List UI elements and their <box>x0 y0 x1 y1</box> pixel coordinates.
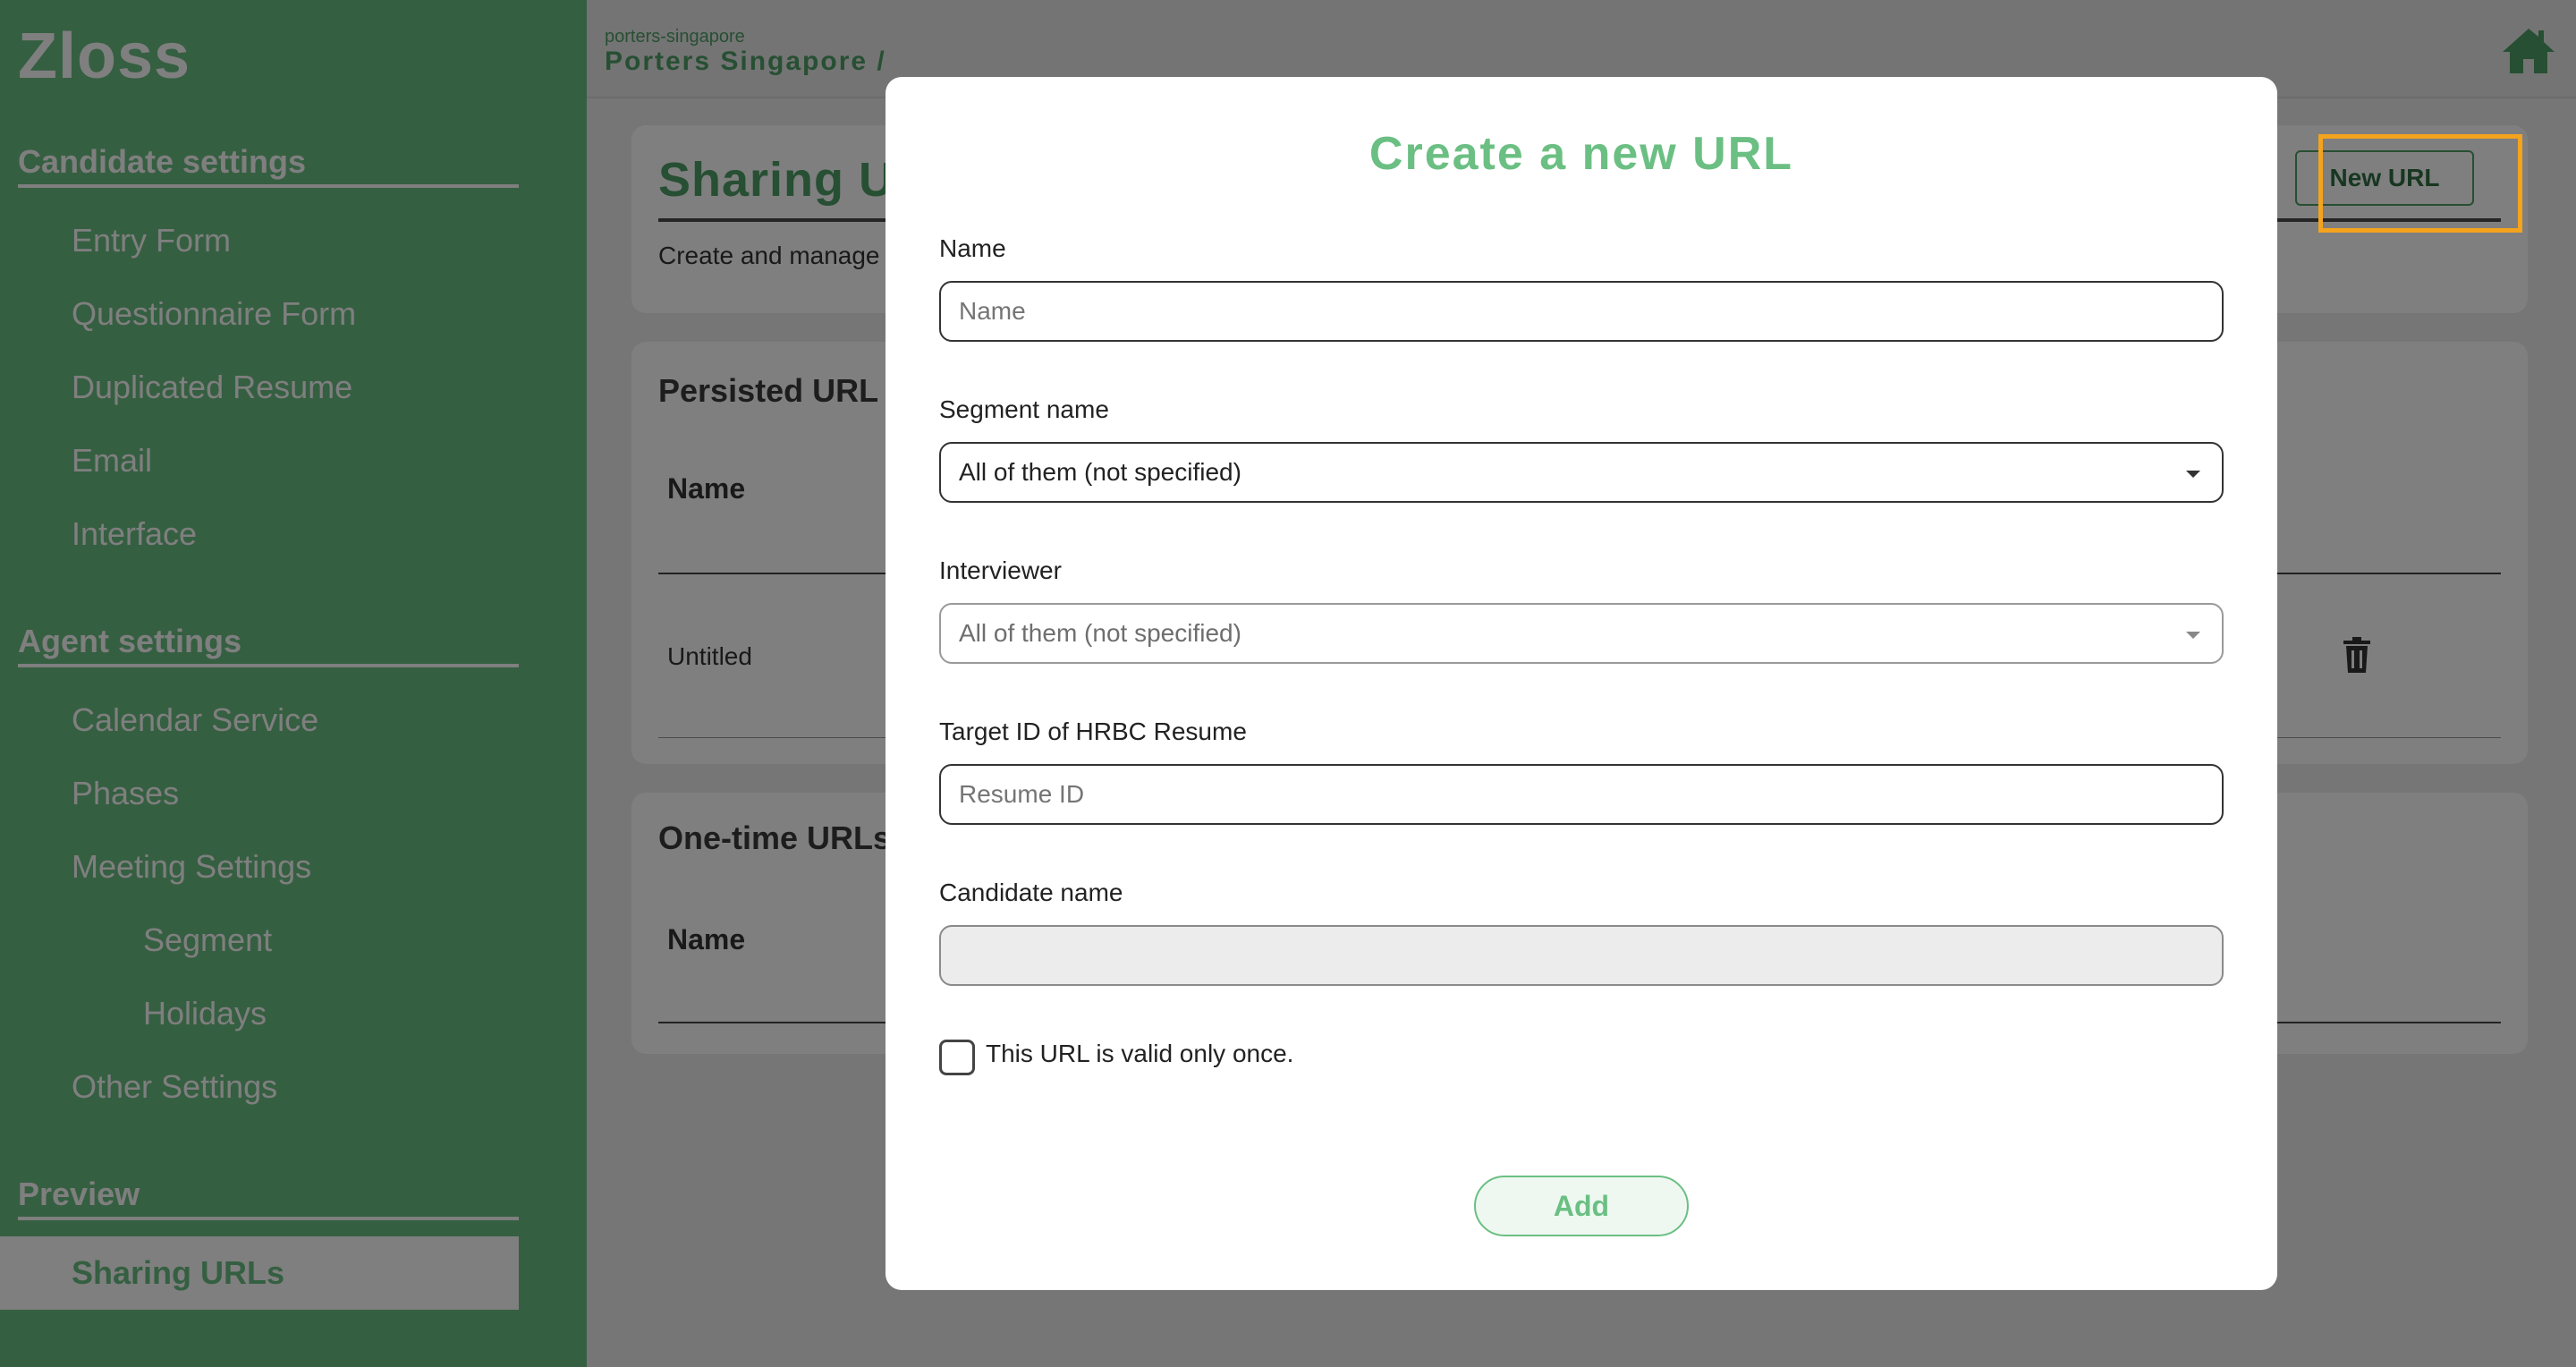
candidate-name-field <box>939 925 2224 986</box>
chevron-down-icon <box>2186 471 2200 478</box>
name-input[interactable] <box>959 283 2204 340</box>
valid-once-checkbox[interactable] <box>939 1040 975 1075</box>
interviewer-select[interactable]: All of them (not specified) <box>939 603 2224 664</box>
chevron-down-icon <box>2186 632 2200 639</box>
valid-once-label[interactable]: This URL is valid only once. <box>986 1040 1293 1068</box>
add-button[interactable]: Add <box>1474 1176 1689 1236</box>
target-id-label: Target ID of HRBC Resume <box>939 717 1247 745</box>
create-url-modal: Create a new URL Name Segment name All o… <box>886 77 2277 1290</box>
modal-title: Create a new URL <box>1368 128 1794 180</box>
new-url-highlight <box>2318 134 2522 233</box>
candidate-name-label: Candidate name <box>939 879 1123 906</box>
interviewer-value: All of them (not specified) <box>959 619 1241 647</box>
segment-label: Segment name <box>939 395 1109 423</box>
target-id-field[interactable] <box>939 764 2224 825</box>
interviewer-label: Interviewer <box>939 556 1062 584</box>
name-field[interactable] <box>939 281 2224 342</box>
segment-value: All of them (not specified) <box>959 458 1241 486</box>
resume-id-input[interactable] <box>959 766 2204 823</box>
segment-select[interactable]: All of them (not specified) <box>939 442 2224 503</box>
name-label: Name <box>939 234 1006 262</box>
